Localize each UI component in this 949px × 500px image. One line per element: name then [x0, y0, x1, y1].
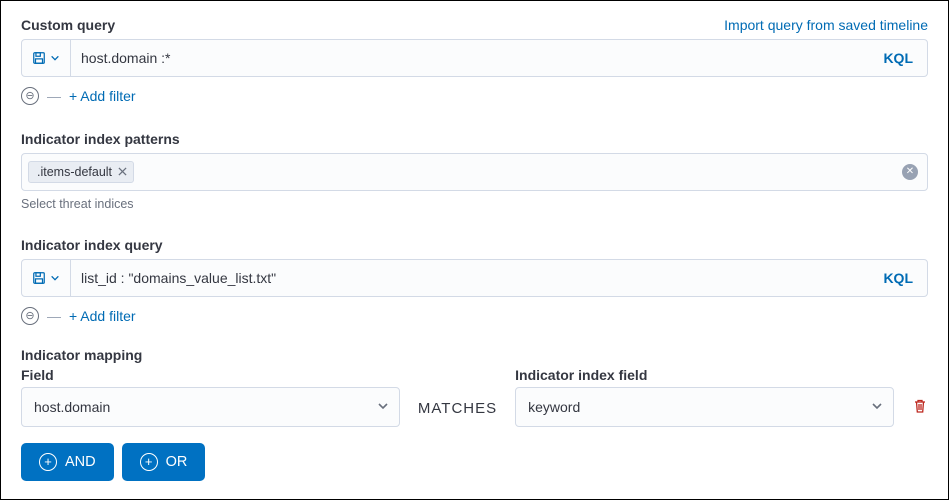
indicator-patterns-input[interactable]: .items-default: [21, 153, 928, 191]
tag-remove-icon[interactable]: [118, 165, 127, 179]
clear-patterns-button[interactable]: ✕: [902, 164, 918, 180]
custom-query-header: Custom query Import query from saved tim…: [21, 17, 928, 33]
custom-query-input[interactable]: [71, 40, 869, 76]
or-button[interactable]: + OR: [122, 443, 206, 481]
matches-label: MATCHES: [418, 400, 497, 427]
indicator-query-filter-row: ⊖ — + Add filter: [21, 307, 928, 325]
indicator-query-save-menu[interactable]: [22, 260, 71, 296]
add-filter-button[interactable]: + Add filter: [69, 308, 136, 324]
indicator-field-select[interactable]: keyword: [515, 387, 894, 427]
indicator-field-column: Indicator index field keyword: [515, 367, 894, 427]
chevron-down-icon: [50, 273, 60, 283]
pattern-tag: .items-default: [28, 161, 134, 183]
field-select[interactable]: host.domain: [21, 387, 400, 427]
and-label: AND: [65, 454, 96, 470]
chevron-down-icon: [50, 53, 60, 63]
mapping-row: Field host.domain MATCHES Indicator inde…: [21, 367, 928, 427]
indicator-field-value: keyword: [528, 399, 580, 415]
indicator-query-section: Indicator index query KQL ⊖ — + Add filt…: [21, 237, 928, 325]
delete-mapping-col: [912, 398, 928, 427]
plus-circle-icon: +: [39, 453, 57, 471]
indicator-patterns-section: Indicator index patterns .items-default …: [21, 131, 928, 211]
plus-circle-icon: +: [140, 453, 158, 471]
filter-options-icon[interactable]: ⊖: [21, 87, 39, 105]
save-icon: [32, 271, 46, 285]
filter-options-icon[interactable]: ⊖: [21, 307, 39, 325]
pattern-tag-label: .items-default: [37, 165, 112, 179]
filter-dash: —: [47, 308, 61, 324]
field-column: Field host.domain: [21, 367, 400, 427]
or-label: OR: [166, 454, 188, 470]
indicator-patterns-label: Indicator index patterns: [21, 131, 928, 147]
close-icon: ✕: [906, 167, 914, 177]
chevron-down-icon: [871, 399, 883, 415]
chevron-down-icon: [377, 399, 389, 415]
add-filter-button[interactable]: + Add filter: [69, 88, 136, 104]
save-icon: [32, 51, 46, 65]
indicator-patterns-helper: Select threat indices: [21, 197, 928, 211]
and-button[interactable]: + AND: [21, 443, 114, 481]
indicator-query-input[interactable]: [71, 260, 869, 296]
trash-icon[interactable]: [912, 401, 928, 417]
indicator-query-bar: KQL: [21, 259, 928, 297]
indicator-mapping-label: Indicator mapping: [21, 347, 928, 363]
indicator-field-sublabel: Indicator index field: [515, 367, 894, 383]
field-value: host.domain: [34, 399, 110, 415]
field-sublabel: Field: [21, 367, 400, 383]
query-save-menu[interactable]: [22, 40, 71, 76]
indicator-query-label: Indicator index query: [21, 237, 928, 253]
custom-query-label: Custom query: [21, 17, 115, 33]
import-timeline-link[interactable]: Import query from saved timeline: [724, 17, 928, 33]
indicator-query-language-toggle[interactable]: KQL: [869, 260, 927, 296]
query-language-toggle[interactable]: KQL: [869, 40, 927, 76]
rule-definition-panel: Custom query Import query from saved tim…: [0, 0, 949, 500]
logic-button-row: + AND + OR: [21, 443, 928, 481]
filter-dash: —: [47, 88, 61, 104]
indicator-mapping-section: Indicator mapping Field host.domain MATC…: [21, 347, 928, 481]
custom-query-bar: KQL: [21, 39, 928, 77]
custom-query-filter-row: ⊖ — + Add filter: [21, 87, 928, 105]
